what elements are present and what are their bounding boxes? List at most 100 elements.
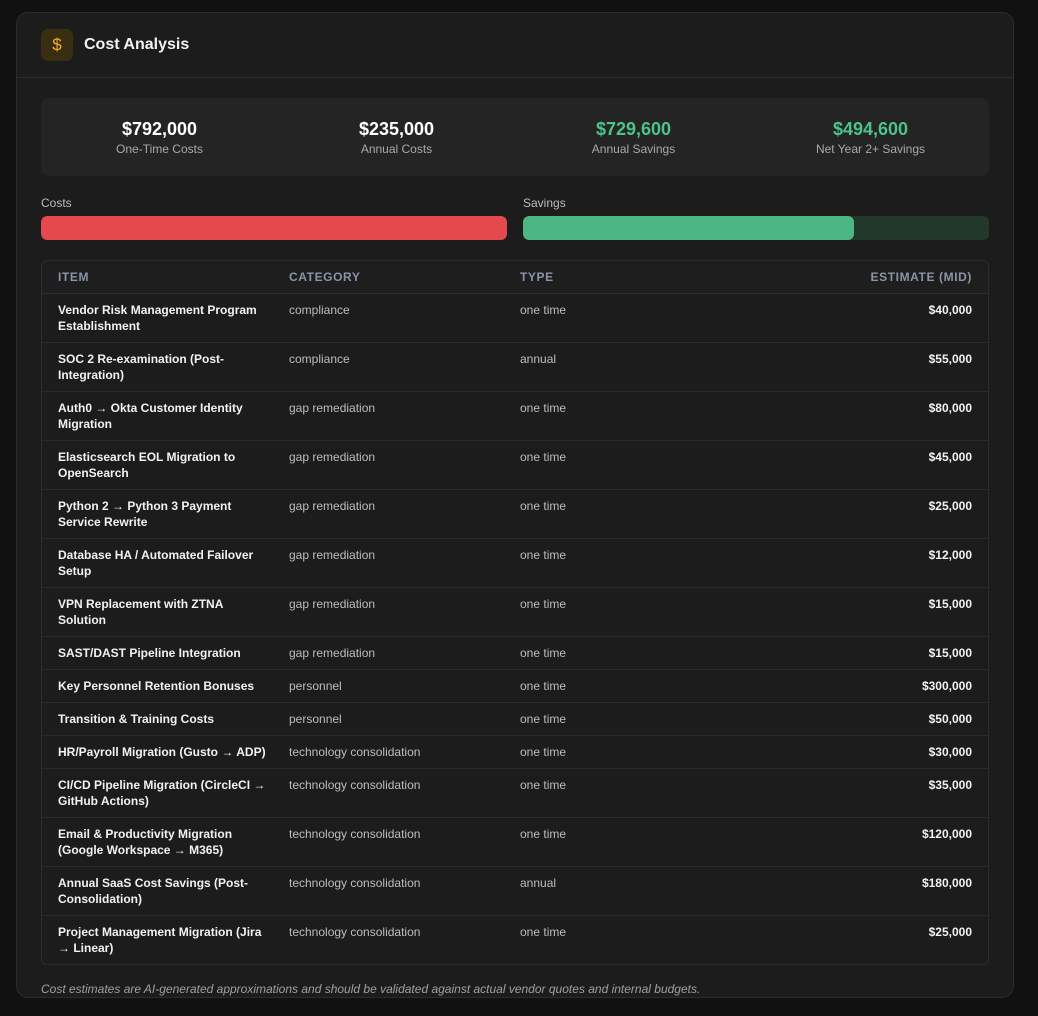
stat-net-savings: $494,600 Net Year 2+ Savings xyxy=(752,118,989,156)
disclaimer-footnote: Cost estimates are AI-generated approxim… xyxy=(41,982,701,996)
table-row: Elasticsearch EOL Migration to OpenSearc… xyxy=(42,440,988,490)
cell-estimate: $15,000 xyxy=(735,636,988,670)
cell-estimate: $80,000 xyxy=(735,391,988,441)
cell-category: technology consolidation xyxy=(289,925,421,939)
cost-savings-bars: Costs Savings xyxy=(41,196,989,240)
stat-label: Annual Costs xyxy=(360,142,433,156)
cell-estimate: $15,000 xyxy=(735,587,988,637)
cell-type: one time xyxy=(504,587,735,637)
cell-category: technology consolidation xyxy=(273,735,504,769)
cell-type: one time xyxy=(504,768,735,818)
cell-type: one time xyxy=(504,817,735,867)
costs-bar-fill xyxy=(41,216,507,240)
table-row: CI/CD Pipeline Migration (CircleCI → Git… xyxy=(42,768,988,818)
stat-value: $494,600 xyxy=(832,119,909,139)
cell-item: Database HA / Automated Failover Setup xyxy=(42,538,273,588)
cell-estimate: $35,000 xyxy=(735,768,988,818)
cell-item: Email & Productivity Migration (Google W… xyxy=(42,817,273,867)
column-header-type[interactable]: Type xyxy=(504,261,735,294)
cell-type: one time xyxy=(504,440,735,490)
stat-one-time-costs: $792,000 One-Time Costs xyxy=(41,118,278,156)
cell-category: gap remediation xyxy=(273,489,504,539)
cost-analysis-card: $ Cost Analysis $792,000 One-Time Costs … xyxy=(16,12,1014,998)
cell-category: gap remediation xyxy=(273,587,504,637)
cell-type: annual xyxy=(504,342,735,392)
cell-category: gap remediation xyxy=(273,538,504,588)
cell-category: compliance xyxy=(273,293,504,343)
table-header-row: Item Category Type Estimate (Mid) xyxy=(42,261,988,294)
card-body: $792,000 One-Time Costs $235,000 Annual … xyxy=(17,78,1013,996)
table-row: SAST/DAST Pipeline Integration gap remedi… xyxy=(42,636,988,670)
column-header-item[interactable]: Item xyxy=(42,261,273,294)
costs-bar-track xyxy=(41,216,507,240)
cell-type: one time xyxy=(504,538,735,588)
cell-estimate: $55,000 xyxy=(735,342,988,392)
cell-item: SAST/DAST Pipeline Integration xyxy=(42,636,273,670)
cell-type: annual xyxy=(504,866,735,916)
cell-estimate: $30,000 xyxy=(735,735,988,769)
cell-estimate: $45,000 xyxy=(735,440,988,490)
cell-item: Transition & Training Costs xyxy=(42,702,273,736)
cell-estimate: $25,000 xyxy=(735,489,988,539)
savings-bar-label: Savings xyxy=(523,196,566,210)
stat-label: Annual Savings xyxy=(591,142,676,156)
cell-category: technology consolidation xyxy=(273,768,504,818)
stat-annual-savings: $729,600 Annual Savings xyxy=(515,118,752,156)
table-row: Database HA / Automated Failover Setup ga… xyxy=(42,538,988,588)
stat-value: $729,600 xyxy=(595,119,672,139)
savings-bar-group: Savings xyxy=(523,196,989,240)
savings-bar-track xyxy=(523,216,989,240)
cell-category: gap remediation xyxy=(273,440,504,490)
cell-category: compliance xyxy=(273,342,504,392)
column-header-category[interactable]: Category xyxy=(273,261,504,294)
cell-type: one time xyxy=(504,489,735,539)
cell-type: one time xyxy=(520,925,567,939)
cell-type: one time xyxy=(504,293,735,343)
cell-item: Python 2 → Python 3 Payment Service Rewr… xyxy=(42,489,273,539)
cell-estimate: $50,000 xyxy=(735,702,988,736)
cell-item: CI/CD Pipeline Migration (CircleCI → Git… xyxy=(42,768,273,818)
cell-type: one time xyxy=(504,702,735,736)
cell-item: SOC 2 Re-examination (Post-Integration) xyxy=(42,342,273,392)
table-row: VPN Replacement with ZTNA Solution gap re… xyxy=(42,587,988,637)
cell-item: Auth0 → Okta Customer Identity Migration xyxy=(42,391,273,441)
cell-type: one time xyxy=(504,735,735,769)
stat-annual-costs: $235,000 Annual Costs xyxy=(278,118,515,156)
cell-estimate: $300,000 xyxy=(735,669,988,703)
cost-table-container: Item Category Type Estimate (Mid) Vendor… xyxy=(41,260,989,965)
table-row: Transition & Training Costs personnel one … xyxy=(42,702,988,736)
costs-bar-group: Costs xyxy=(41,196,507,240)
summary-stats: $792,000 One-Time Costs $235,000 Annual … xyxy=(41,98,989,176)
cell-estimate: $25,000 xyxy=(928,925,972,939)
cell-type: one time xyxy=(504,636,735,670)
column-header-estimate[interactable]: Estimate (Mid) xyxy=(735,261,988,294)
costs-bar-label: Costs xyxy=(41,196,72,210)
cell-category: gap remediation xyxy=(273,391,504,441)
table-row: Annual SaaS Cost Savings (Post-Consolida… xyxy=(42,866,988,916)
cell-type: one time xyxy=(504,669,735,703)
cell-item: Elasticsearch EOL Migration to OpenSearc… xyxy=(42,440,273,490)
stat-value: $235,000 xyxy=(358,119,435,139)
cell-estimate: $40,000 xyxy=(735,293,988,343)
table-row: SOC 2 Re-examination (Post-Integration) c… xyxy=(42,342,988,392)
card-header: $ Cost Analysis xyxy=(17,13,1013,78)
stat-value: $792,000 xyxy=(121,119,198,139)
cost-table: Item Category Type Estimate (Mid) Vendor… xyxy=(42,261,988,964)
table-body: Vendor Risk Management Program Establish… xyxy=(42,293,988,965)
cell-type: one time xyxy=(504,391,735,441)
cell-estimate: $12,000 xyxy=(735,538,988,588)
cell-item: HR/Payroll Migration (Gusto → ADP) xyxy=(42,735,273,769)
card-title: Cost Analysis xyxy=(84,36,190,53)
table-row: Auth0 → Okta Customer Identity Migration… xyxy=(42,391,988,441)
cell-category: gap remediation xyxy=(273,636,504,670)
cell-category: technology consolidation xyxy=(273,817,504,867)
cell-category: personnel xyxy=(273,702,504,736)
cell-category: technology consolidation xyxy=(273,866,504,916)
stat-label: Net Year 2+ Savings xyxy=(815,142,926,156)
cell-category: personnel xyxy=(273,669,504,703)
savings-bar-fill xyxy=(523,216,854,240)
table-row: Vendor Risk Management Program Establish… xyxy=(42,293,988,343)
cell-item: Annual SaaS Cost Savings (Post-Consolida… xyxy=(42,866,273,916)
table-row: Key Personnel Retention Bonuses personnel… xyxy=(42,669,988,703)
cell-item: Key Personnel Retention Bonuses xyxy=(42,669,273,703)
